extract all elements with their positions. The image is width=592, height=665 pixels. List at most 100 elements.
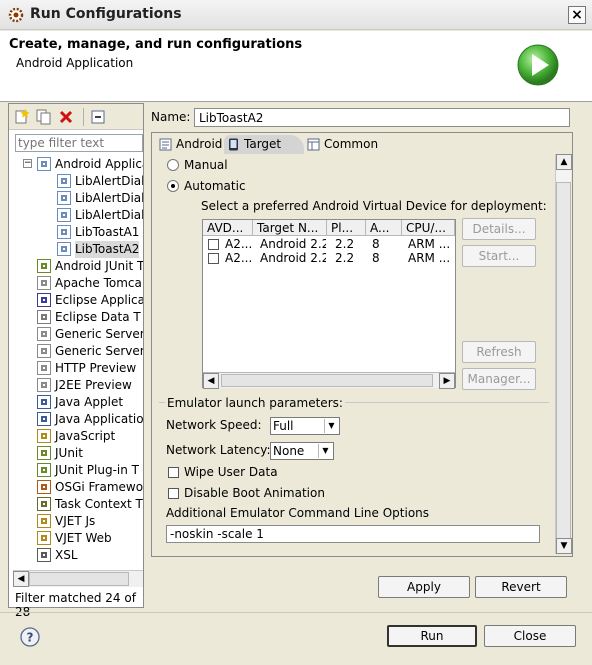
tree-item-label: Java Applet (55, 395, 124, 409)
tree-item[interactable]: LibAlertDialo (57, 173, 143, 190)
wipe-user-data-checkbox[interactable] (168, 467, 179, 478)
column-header-avd[interactable]: AVD... (203, 220, 253, 236)
tree-item[interactable]: Java Applicatio (37, 411, 143, 428)
apply-button[interactable]: Apply (378, 576, 470, 598)
server-icon (37, 327, 51, 341)
column-header-cpu[interactable]: CPU/... (402, 220, 455, 236)
launch-config-icon (57, 174, 71, 188)
tree-item[interactable]: Generic Server (37, 343, 143, 360)
configuration-list-panel: − Android Applica LibAlertDialo LibAlertDia… (8, 103, 144, 619)
tree-item[interactable]: LibToastA2 (57, 241, 143, 258)
tree-item[interactable]: Task Context T (37, 496, 143, 513)
name-field[interactable] (194, 108, 570, 127)
header-title: Create, manage, and run configurations (9, 37, 303, 52)
osgi-icon (37, 480, 51, 494)
start-button[interactable]: Start... (462, 245, 536, 267)
scroll-thumb[interactable] (556, 182, 571, 542)
network-latency-value: None (273, 444, 305, 458)
close-window-button[interactable]: × (568, 6, 586, 24)
tree-item-label: Java Applicatio (55, 412, 143, 426)
delete-icon[interactable] (57, 108, 75, 126)
tree-item[interactable]: XSL (37, 547, 143, 564)
manual-radio[interactable] (167, 159, 179, 171)
tree-item[interactable]: HTTP Preview (37, 360, 143, 377)
scroll-thumb[interactable] (221, 374, 433, 387)
vjet-icon (37, 531, 51, 545)
server-icon (37, 361, 51, 375)
tree-item-label: Android Applica (55, 157, 143, 171)
scroll-left-button[interactable]: ◀ (203, 373, 219, 389)
help-icon[interactable]: ? (20, 627, 40, 647)
collapse-all-icon[interactable] (89, 108, 107, 126)
tab-common[interactable]: Common (304, 135, 382, 155)
scroll-down-button[interactable]: ▼ (556, 538, 572, 554)
avd-table-horizontal-scrollbar[interactable]: ◀ ▶ (203, 372, 455, 389)
scroll-thumb[interactable] (29, 572, 129, 586)
junit-icon (37, 446, 51, 460)
junit-icon (37, 259, 51, 273)
tree-item[interactable]: Android JUnit T (37, 258, 143, 275)
header-subtitle: Android Application (16, 56, 134, 70)
avd-prompt: Select a preferred Android Virtual Devic… (201, 199, 547, 213)
tree-item[interactable]: Eclipse Data T (37, 309, 143, 326)
network-speed-value: Full (273, 419, 294, 433)
manager-button[interactable]: Manager... (462, 368, 536, 390)
close-button[interactable]: Close (484, 625, 576, 647)
left-toolbar (9, 104, 143, 130)
tab-target[interactable]: Target (224, 135, 304, 155)
tab-android[interactable]: Android (156, 135, 224, 155)
new-config-icon[interactable] (13, 108, 31, 126)
tree-item[interactable]: LibToastA1 (57, 224, 143, 241)
title-bar: Run Configurations × (0, 0, 592, 30)
scroll-up-button[interactable]: ▲ (556, 154, 572, 170)
tree-item[interactable]: − Android Applica (23, 156, 143, 173)
tree-item[interactable]: JavaScript (37, 428, 143, 445)
tree-item[interactable]: JUnit (37, 445, 143, 462)
wipe-user-data-label: Wipe User Data (184, 465, 278, 479)
tree-item[interactable]: Generic Server (37, 326, 143, 343)
automatic-radio[interactable] (167, 180, 179, 192)
scroll-left-button[interactable]: ◀ (13, 571, 29, 587)
tree-item[interactable]: LibAlertDialo (57, 207, 143, 224)
scroll-right-button[interactable]: ▶ (439, 373, 455, 389)
chevron-down-icon: ▼ (318, 444, 332, 458)
avd-row-checkbox[interactable] (208, 253, 219, 264)
tree-item[interactable]: VJET Web (37, 530, 143, 547)
run-banner-icon (517, 44, 559, 86)
tree-item-label: LibToastA2 (75, 241, 140, 258)
tree-item[interactable]: Apache Tomca (37, 275, 143, 292)
column-header-target[interactable]: Target N... (253, 220, 327, 236)
footer-divider (0, 612, 592, 613)
avd-row-checkbox[interactable] (208, 239, 219, 250)
table-cell: Android 2.2 (260, 251, 326, 265)
cmd-options-field[interactable] (166, 525, 540, 543)
tree-item[interactable]: OSGi Framewo (37, 479, 143, 496)
duplicate-icon[interactable] (35, 108, 53, 126)
tree-horizontal-scrollbar[interactable]: ◀ (13, 570, 143, 587)
column-header-api[interactable]: A... (366, 220, 402, 236)
vjet-icon (37, 514, 51, 528)
tree-item[interactable]: LibAlertDialo (57, 190, 143, 207)
tree-item[interactable]: Java Applet (37, 394, 143, 411)
revert-button[interactable]: Revert (475, 576, 567, 598)
network-speed-select[interactable]: Full ▼ (270, 417, 340, 435)
filter-status: Filter matched 24 of 28 (15, 591, 136, 619)
filter-input[interactable] (15, 134, 143, 152)
launch-config-icon (57, 191, 71, 205)
network-latency-select[interactable]: None ▼ (270, 442, 334, 460)
refresh-button[interactable]: Refresh (462, 341, 536, 363)
tree-item[interactable]: VJET Js (37, 513, 143, 530)
run-button[interactable]: Run (387, 625, 477, 647)
content-vertical-scrollbar[interactable]: ▲ ▼ (555, 154, 572, 554)
tree-item[interactable]: JUnit Plug-in T (37, 462, 143, 479)
eclipse-icon (37, 293, 51, 307)
tree-item-label: Generic Server (55, 327, 143, 341)
tree-item[interactable]: J2EE Preview (37, 377, 143, 394)
table-cell: ARM ... (408, 251, 451, 265)
tree-item[interactable]: Eclipse Applica (37, 292, 143, 309)
details-button[interactable]: Details... (462, 218, 536, 240)
collapse-toggle-icon[interactable]: − (23, 159, 32, 168)
column-header-platform[interactable]: Pl... (327, 220, 366, 236)
disable-boot-animation-checkbox[interactable] (168, 488, 179, 499)
applet-icon (37, 395, 51, 409)
